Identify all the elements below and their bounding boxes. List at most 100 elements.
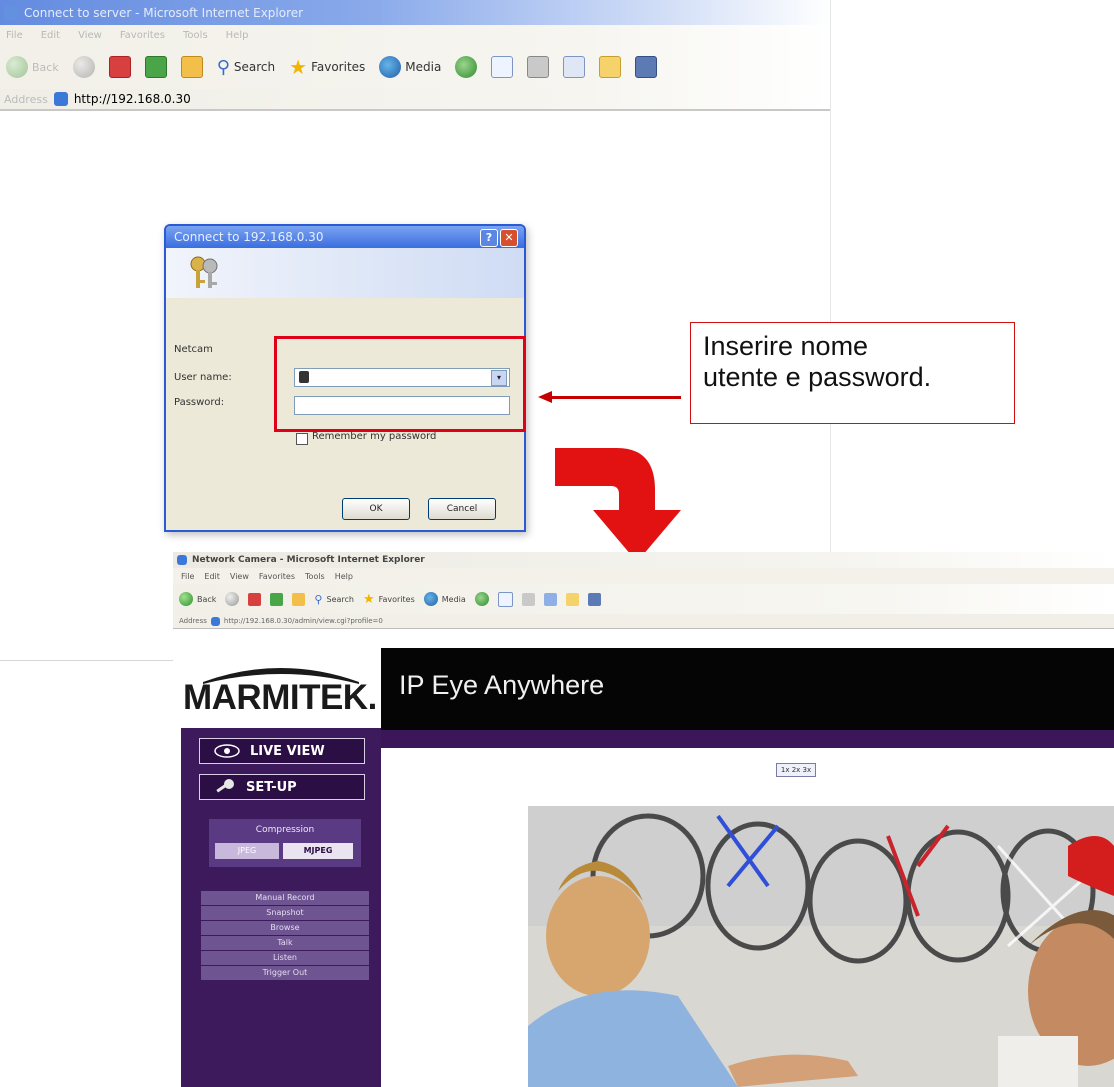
menu-file[interactable]: File [181,572,194,581]
menu-tools[interactable]: Tools [305,572,325,581]
menu-help[interactable]: Help [226,30,249,41]
address-input[interactable]: http://192.168.0.30/admin/view.cgi?profi… [224,617,383,625]
username-label: User name: [174,372,232,383]
callout-line-1: Inserire nome [703,331,869,361]
mjpeg-button[interactable]: MJPEG [283,843,353,859]
forward-arrow-icon[interactable] [72,56,95,78]
listen-button[interactable]: Listen [201,951,369,966]
print-icon[interactable] [521,592,535,606]
trigger-out-button[interactable]: Trigger Out [201,966,369,981]
help-icon[interactable]: ? [480,229,498,247]
menu-view[interactable]: View [230,572,249,581]
bottom-toolbar: Back ⚲ Search ★ Favorites Media [173,584,1114,614]
back-arrow-icon [6,56,28,78]
camera-scene-image [528,806,1114,1087]
cancel-button[interactable]: Cancel [428,498,496,520]
setup-button[interactable]: SET-UP [199,774,365,800]
favorites-button[interactable]: ★ Favorites [289,55,365,79]
login-dialog-titlebar: Connect to 192.168.0.30 [166,226,524,248]
password-label: Password: [174,397,225,408]
instruction-callout: Inserire nome utente e password. [690,322,1015,424]
bottom-window-title: Network Camera - Microsoft Internet Expl… [192,555,425,565]
history-icon[interactable] [455,56,478,78]
menu-favorites[interactable]: Favorites [120,30,165,41]
stop-icon[interactable] [108,56,131,78]
bottom-address-bar: Address http://192.168.0.30/admin/view.c… [173,614,1114,629]
eye-icon [214,744,240,758]
favorites-button[interactable]: ★ Favorites [363,592,415,607]
folder-icon[interactable] [565,592,579,606]
address-label: Address [4,92,48,106]
menu-tools[interactable]: Tools [183,30,208,41]
camera-web-page: MARMITEK. IP Eye Anywhere LIVE VIEW SET-… [173,648,1114,1087]
refresh-icon[interactable] [144,56,167,78]
address-input[interactable]: http://192.168.0.30 [74,92,191,106]
remember-label: Remember my password [312,431,437,442]
back-button[interactable]: Back [6,56,59,78]
mail-icon[interactable] [491,56,514,78]
ok-button[interactable]: OK [342,498,410,520]
home-icon[interactable] [180,56,203,78]
history-icon[interactable] [474,592,489,606]
search-button[interactable]: ⚲ Search [314,593,354,606]
top-menubar: File Edit View Favorites Tools Help [0,25,830,45]
remember-checkbox[interactable] [296,433,308,445]
back-button[interactable]: Back [179,592,216,606]
credentials-highlight-box [274,336,526,432]
page-icon [53,92,68,106]
live-view-button[interactable]: LIVE VIEW [199,738,365,764]
stop-icon[interactable] [248,592,262,606]
mail-icon[interactable] [497,591,513,607]
ie-icon [177,555,187,565]
messenger-icon[interactable] [635,56,658,78]
folder-icon[interactable] [599,56,622,78]
edit-icon[interactable] [563,56,586,78]
edit-icon[interactable] [543,592,557,606]
top-address-bar: Address http://192.168.0.30 [0,89,830,111]
menu-help[interactable]: Help [335,572,353,581]
snapshot-button[interactable]: Snapshot [201,906,369,921]
talk-button[interactable]: Talk [201,936,369,951]
messenger-icon[interactable] [587,592,601,606]
header-strip [381,730,1114,748]
menu-favorites[interactable]: Favorites [259,572,295,581]
transition-arrow-icon [555,448,681,562]
zoom-control[interactable]: 1x 2x 3x [776,763,816,777]
media-icon [379,56,402,78]
favorites-star-icon: ★ [289,55,308,79]
brand-area: MARMITEK. [181,648,381,728]
bottom-browser-window: Network Camera - Microsoft Internet Expl… [173,552,1114,1087]
sidebar: LIVE VIEW SET-UP Compression JPEG MJPEG … [181,728,381,1087]
menu-edit[interactable]: Edit [41,30,60,41]
page-header: IP Eye Anywhere [381,648,1114,730]
menu-file[interactable]: File [6,30,23,41]
brand-logo-text: MARMITEK. [183,678,377,717]
manual-record-button[interactable]: Manual Record [201,891,369,906]
ie-icon [4,5,18,20]
camera-video-feed [528,806,1114,1087]
compression-panel: Compression JPEG MJPEG [209,819,361,867]
search-icon: ⚲ [216,56,230,78]
refresh-icon[interactable] [270,592,284,606]
forward-arrow-icon[interactable] [225,592,240,606]
jpeg-button[interactable]: JPEG [215,843,279,859]
content-area: 1x 2x 3x [381,748,1114,1087]
bottom-menubar: File Edit View Favorites Tools Help [173,568,1114,584]
print-icon[interactable] [527,56,550,78]
search-button[interactable]: ⚲ Search [217,57,275,78]
media-button[interactable]: Media [423,592,466,606]
top-window-title: Connect to server - Microsoft Internet E… [24,5,304,20]
realm-label: Netcam [174,344,213,355]
browse-button[interactable]: Browse [201,921,369,936]
address-label: Address [179,617,207,625]
page-title: IP Eye Anywhere [399,670,605,700]
callout-line-2: utente e password. [703,362,932,392]
close-icon[interactable]: ✕ [500,229,518,247]
top-toolbar: Back ⚲ Search ★ Favorites Media [0,45,830,89]
home-icon[interactable] [292,592,306,606]
menu-view[interactable]: View [78,30,102,41]
media-button[interactable]: Media [379,56,441,78]
menu-edit[interactable]: Edit [204,572,220,581]
pointer-arrow-icon [538,391,552,403]
search-icon: ⚲ [314,592,323,606]
